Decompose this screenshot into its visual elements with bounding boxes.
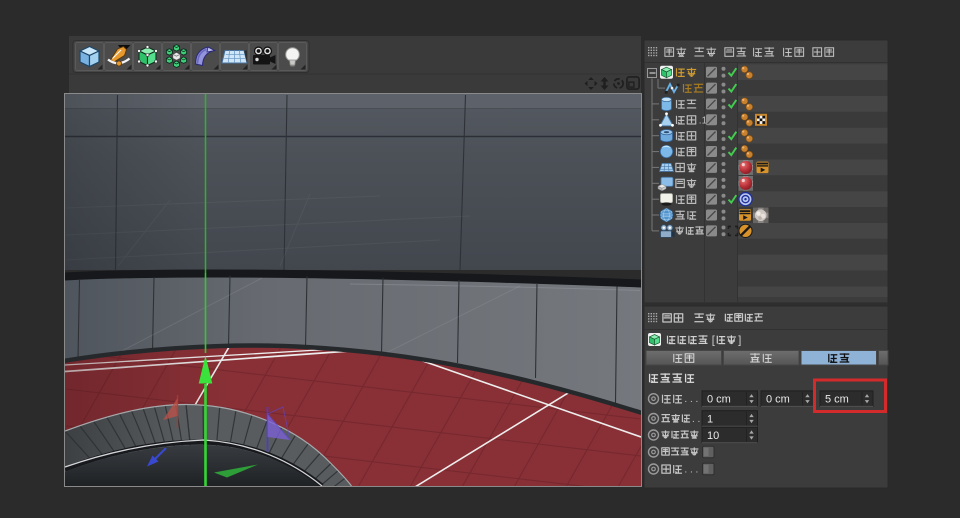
svg-text:. .: . . — [692, 414, 700, 425]
svg-text:1: 1 — [707, 413, 713, 425]
svg-text:0 cm: 0 cm — [766, 394, 790, 406]
svg-text:[: [ — [712, 335, 715, 347]
svg-text:0 cm: 0 cm — [707, 394, 731, 406]
svg-text:. . .: . . . — [684, 465, 698, 476]
svg-text:10: 10 — [707, 430, 719, 442]
svg-text:. . .: . . . — [684, 394, 698, 405]
svg-text:]: ] — [738, 335, 741, 347]
svg-text:5 cm: 5 cm — [825, 394, 849, 406]
